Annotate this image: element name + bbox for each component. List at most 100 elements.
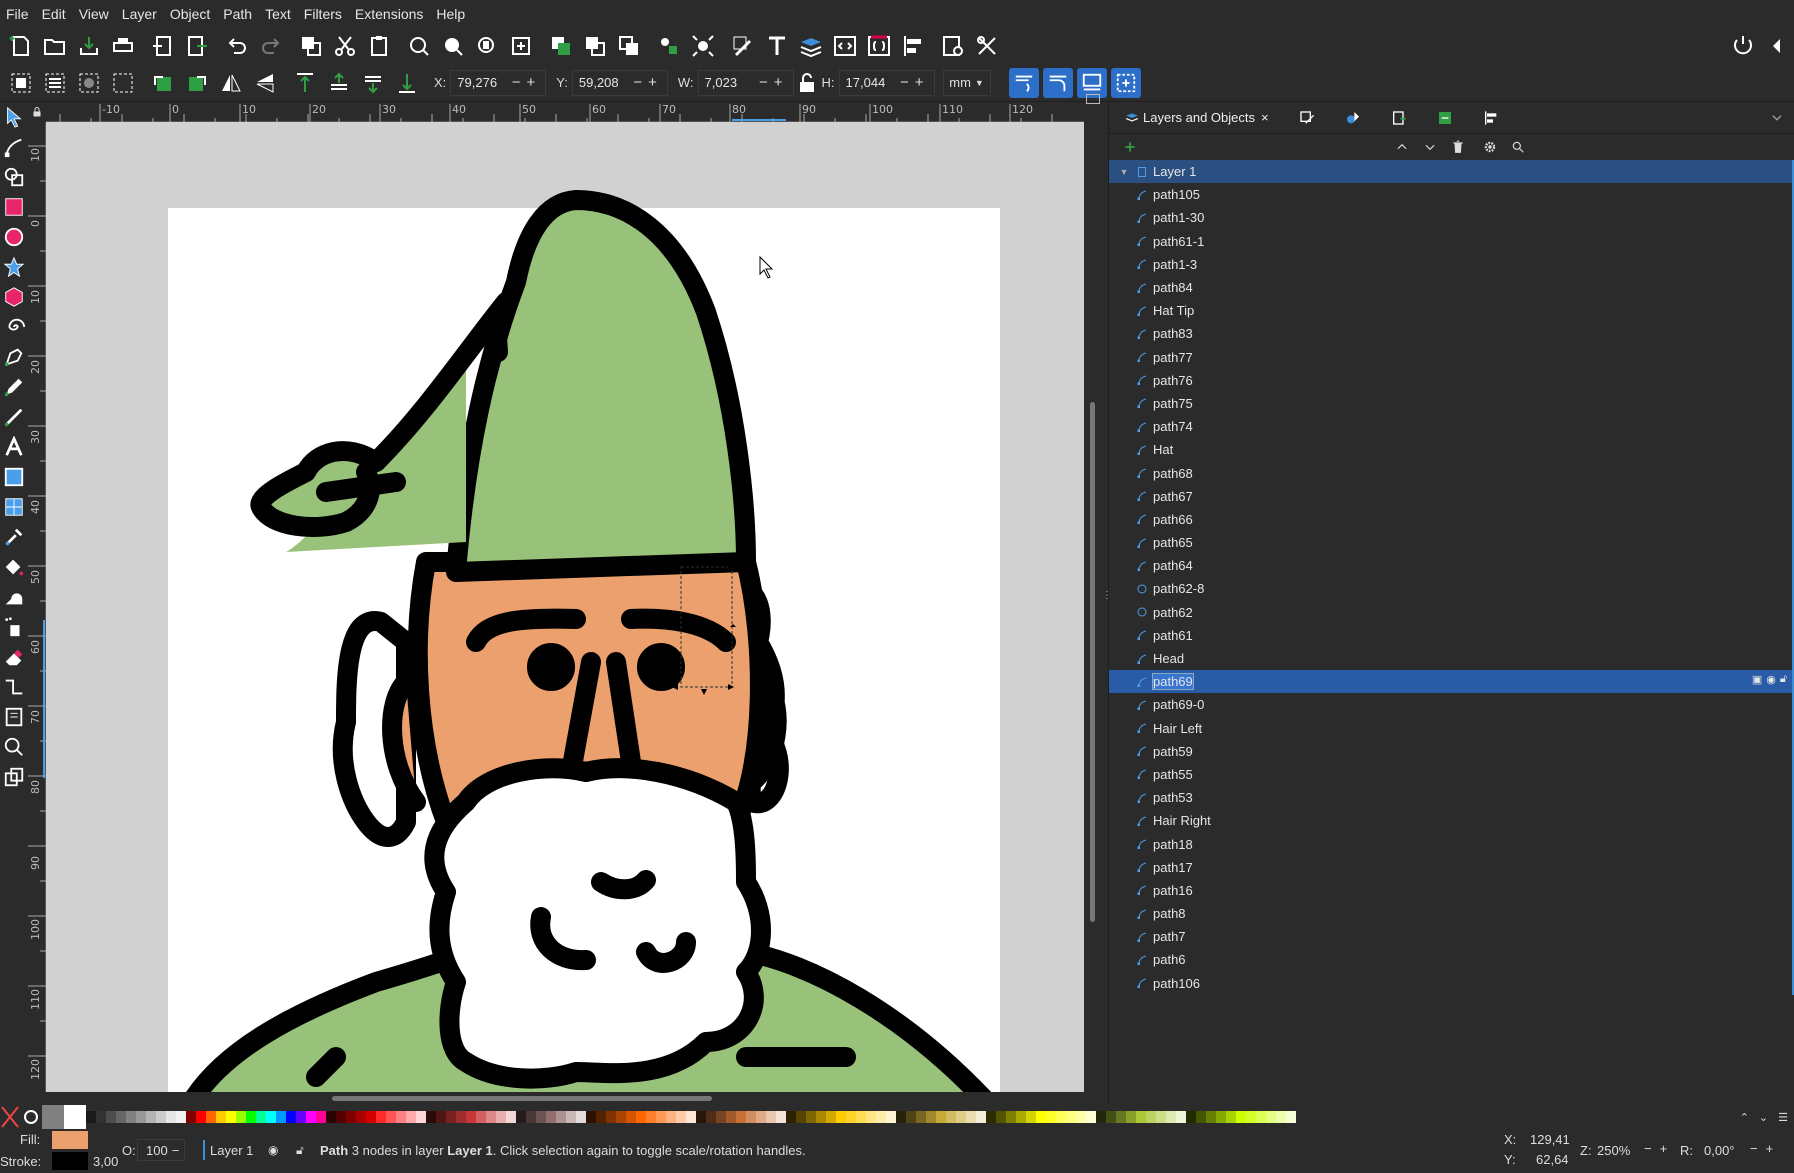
zoom-page-button[interactable]: [470, 29, 504, 63]
measure-tool[interactable]: [0, 762, 28, 792]
palette-swatch[interactable]: [566, 1111, 576, 1123]
palette-swatch[interactable]: [346, 1111, 356, 1123]
object-row[interactable]: path74: [1109, 415, 1794, 438]
palette-swatch[interactable]: [856, 1111, 866, 1123]
palette-swatch[interactable]: [216, 1111, 226, 1123]
object-row[interactable]: path1-30: [1109, 206, 1794, 229]
rotate-cw-button[interactable]: [180, 66, 214, 100]
palette-swatch[interactable]: [1116, 1111, 1126, 1123]
menu-text[interactable]: Text: [265, 6, 291, 22]
palette-swatch[interactable]: [1046, 1111, 1056, 1123]
palette-swatch[interactable]: [726, 1111, 736, 1123]
vertical-scrollbar[interactable]: [1084, 94, 1102, 1092]
object-row[interactable]: path62-8: [1109, 577, 1794, 600]
flip-horizontal-button[interactable]: [214, 66, 248, 100]
canvas-options-icon[interactable]: [1086, 94, 1100, 104]
palette-swatch[interactable]: [1266, 1111, 1276, 1123]
h-stepper[interactable]: −+: [900, 74, 930, 91]
save-button[interactable]: [72, 29, 106, 63]
lock-icon[interactable]: 🔓︎: [1780, 673, 1787, 686]
palette-swatch[interactable]: [1176, 1111, 1186, 1123]
zoom-center-button[interactable]: [504, 29, 538, 63]
current-layer[interactable]: Layer 1: [210, 1143, 253, 1158]
palette-swatch[interactable]: [1236, 1111, 1246, 1123]
palette-swatch[interactable]: [496, 1111, 506, 1123]
palette-swatch[interactable]: [246, 1111, 256, 1123]
search-icon[interactable]: [1511, 140, 1525, 154]
palette-swatch[interactable]: [106, 1111, 116, 1123]
print-button[interactable]: [106, 29, 140, 63]
open-button[interactable]: [38, 29, 72, 63]
select-all-layers-button[interactable]: [38, 66, 72, 100]
palette-swatch[interactable]: [786, 1111, 796, 1123]
clone-button[interactable]: [578, 29, 612, 63]
zoom-stepper[interactable]: −+: [1644, 1141, 1675, 1156]
import-button[interactable]: [146, 29, 180, 63]
x-field[interactable]: 79,276 −+: [450, 69, 547, 96]
palette-swatch[interactable]: [1056, 1111, 1066, 1123]
palette-swatch[interactable]: [806, 1111, 816, 1123]
layers-button[interactable]: [794, 29, 828, 63]
palette-swatch[interactable]: [736, 1111, 746, 1123]
palette-swatch[interactable]: [386, 1111, 396, 1123]
w-field[interactable]: 7,023 −+: [697, 69, 794, 96]
fill-stroke-button[interactable]: [726, 29, 760, 63]
object-row[interactable]: path55: [1109, 763, 1794, 786]
palette-swatch[interactable]: [556, 1111, 566, 1123]
palette-swatch[interactable]: [286, 1111, 296, 1123]
snap-popover-button[interactable]: [1760, 29, 1794, 63]
snap-toggle-button[interactable]: [1726, 29, 1760, 63]
duplicate-button[interactable]: [544, 29, 578, 63]
vertical-scrollbar-thumb[interactable]: [1090, 402, 1095, 922]
export-button[interactable]: [180, 29, 214, 63]
palette-swatch[interactable]: [756, 1111, 766, 1123]
palette-swatch[interactable]: [446, 1111, 456, 1123]
palette-swatch[interactable]: [1206, 1111, 1216, 1123]
palette-swatch[interactable]: [926, 1111, 936, 1123]
select-same-button[interactable]: [72, 66, 106, 100]
palette-swatch[interactable]: [836, 1111, 846, 1123]
palette-swatch[interactable]: [696, 1111, 706, 1123]
menu-file[interactable]: File: [6, 6, 29, 22]
object-row[interactable]: path59: [1109, 740, 1794, 763]
spray-tool[interactable]: [0, 612, 28, 642]
palette-swatch[interactable]: [486, 1111, 496, 1123]
palette-swatch[interactable]: [256, 1111, 266, 1123]
palette-swatch[interactable]: [1216, 1111, 1226, 1123]
palette-swatch[interactable]: [846, 1111, 856, 1123]
palette-swatch[interactable]: [316, 1111, 326, 1123]
palette-swatch[interactable]: [676, 1111, 686, 1123]
flip-vertical-button[interactable]: [248, 66, 282, 100]
palette-swatch[interactable]: [466, 1111, 476, 1123]
object-row[interactable]: path83: [1109, 322, 1794, 345]
shape-builder-tool[interactable]: [0, 162, 28, 192]
group-button[interactable]: [652, 29, 686, 63]
object-row[interactable]: Hat: [1109, 438, 1794, 461]
palette-swatch[interactable]: [306, 1111, 316, 1123]
object-row[interactable]: path69-0: [1109, 693, 1794, 716]
object-row[interactable]: path84: [1109, 276, 1794, 299]
chevron-down-icon[interactable]: ⌄: [1759, 1111, 1768, 1124]
palette-swatch[interactable]: [1126, 1111, 1136, 1123]
align-tab-icon[interactable]: [1483, 110, 1499, 126]
palette-swatch[interactable]: [976, 1111, 986, 1123]
palette-swatch[interactable]: [956, 1111, 966, 1123]
palette-swatch[interactable]: [516, 1111, 526, 1123]
palette-swatch[interactable]: [666, 1111, 676, 1123]
palette-swatch[interactable]: [686, 1111, 696, 1123]
palette-swatch[interactable]: [1286, 1111, 1296, 1123]
rotation-stepper[interactable]: −+: [1750, 1141, 1781, 1156]
object-row[interactable]: path16: [1109, 879, 1794, 902]
paint-bucket-tool[interactable]: [0, 552, 28, 582]
object-row[interactable]: path18: [1109, 832, 1794, 855]
palette-swatch[interactable]: [526, 1111, 536, 1123]
paste-button[interactable]: [362, 29, 396, 63]
palette-swatch[interactable]: [816, 1111, 826, 1123]
star-tool[interactable]: [0, 252, 28, 282]
horizontal-scrollbar[interactable]: [28, 1092, 1102, 1104]
rotate-ccw-button[interactable]: [146, 66, 180, 100]
rotation-value[interactable]: 0,00°: [1704, 1143, 1735, 1158]
palette-swatch[interactable]: [1026, 1111, 1036, 1123]
y-field[interactable]: 59,208 −+: [571, 69, 668, 96]
palette-swatch[interactable]: [126, 1111, 136, 1123]
